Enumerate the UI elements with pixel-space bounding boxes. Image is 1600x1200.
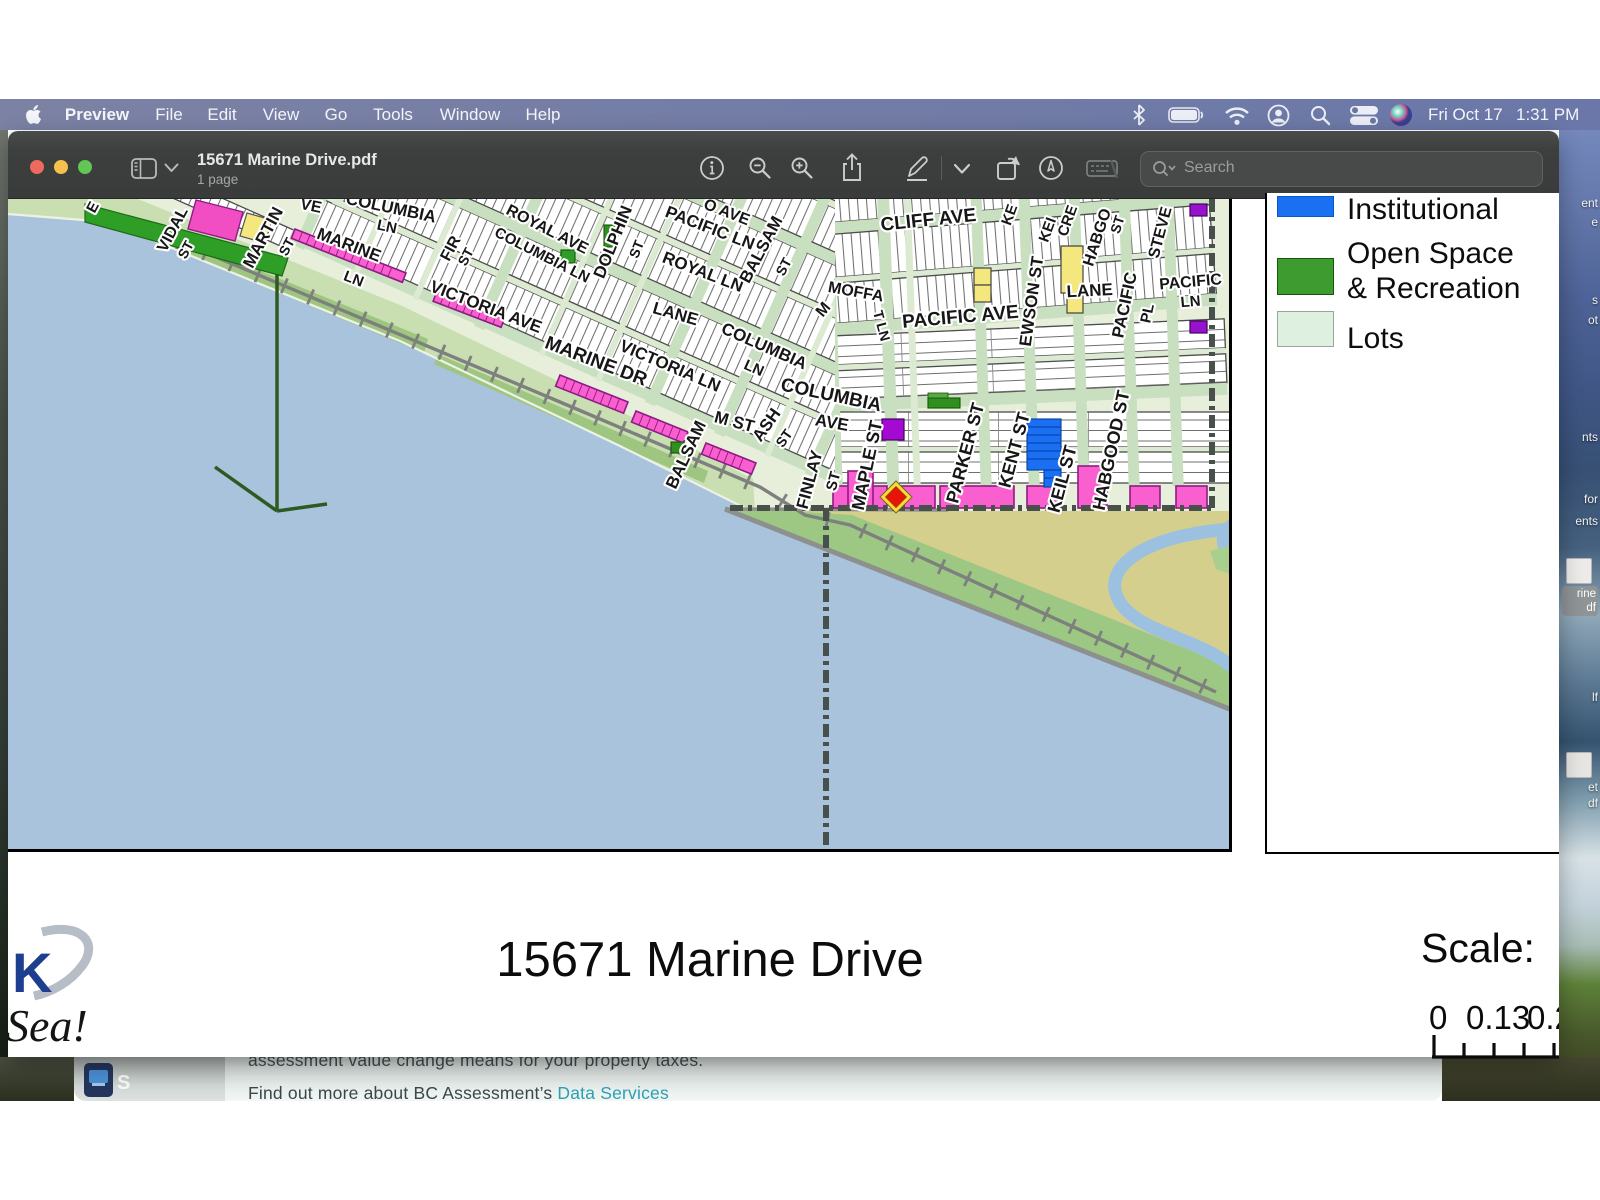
svg-text:LANE: LANE [1066,280,1113,301]
svg-text:LN: LN [1180,293,1201,312]
svg-text:K: K [12,941,52,1004]
svg-text:Sea!: Sea! [8,1000,88,1051]
